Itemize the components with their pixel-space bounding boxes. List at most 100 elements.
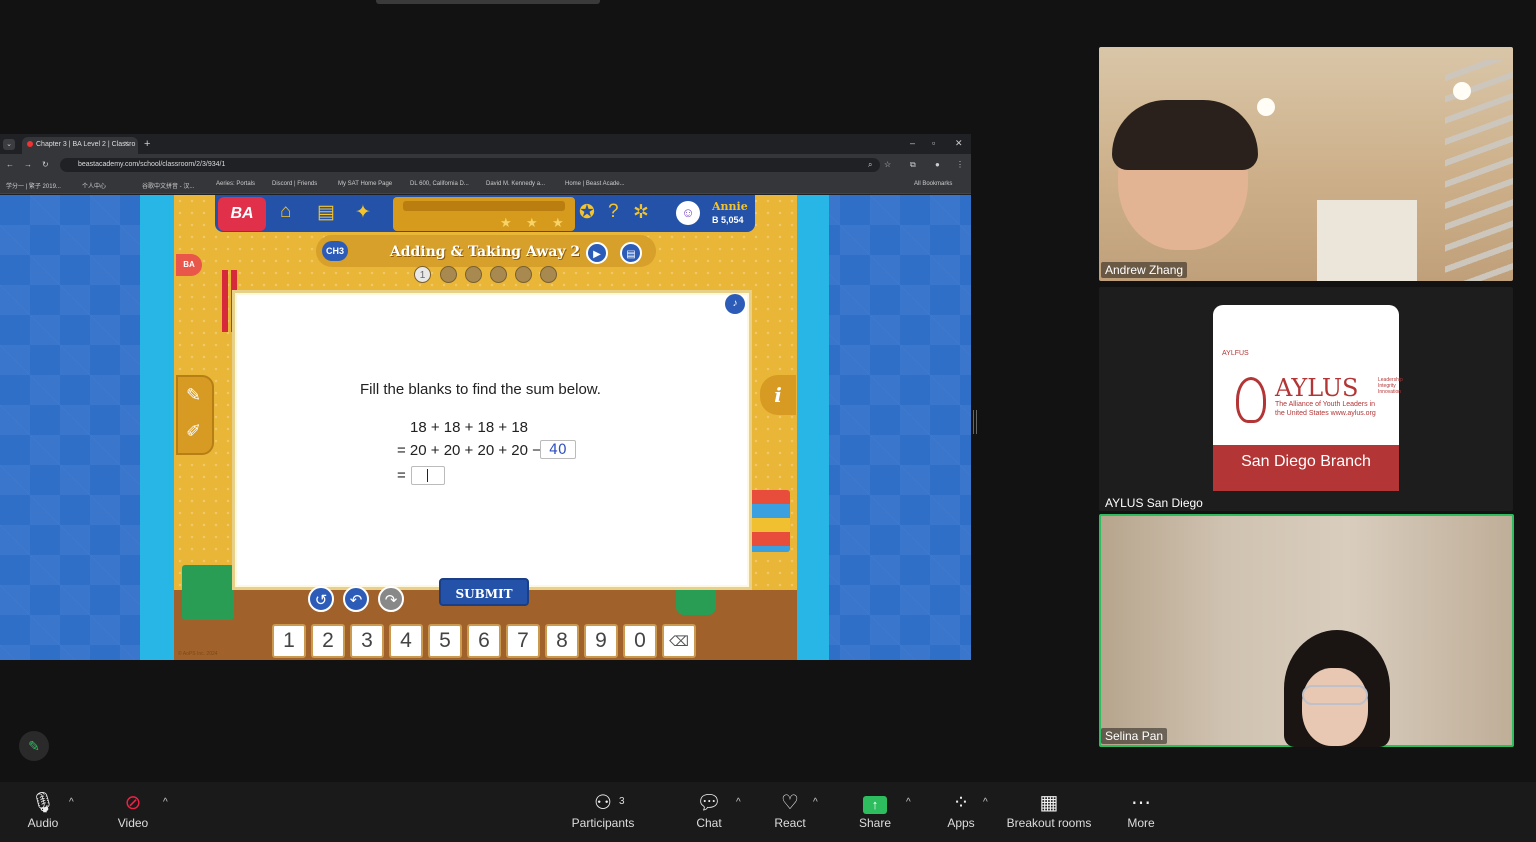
participants-button[interactable]: ⚇ Participants: [568, 790, 638, 830]
text-caret: [427, 469, 428, 482]
key-1[interactable]: 1: [272, 624, 306, 658]
problem-card: [232, 290, 752, 590]
split-view-divider[interactable]: [973, 410, 977, 434]
key-8[interactable]: 8: [545, 624, 579, 658]
bookmark-item[interactable]: 谷歌中文拼音 - 汉...: [142, 181, 194, 190]
participant-name: AYLUS San Diego: [1105, 496, 1203, 510]
bookmark-item[interactable]: David M. Kennedy a...: [486, 181, 545, 187]
key-9[interactable]: 9: [584, 624, 618, 658]
apps-button[interactable]: ⁘ Apps: [942, 790, 980, 830]
key-0[interactable]: 0: [623, 624, 657, 658]
bookmark-item[interactable]: Home | Beast Acade...: [565, 181, 625, 187]
backspace-icon[interactable]: ⌫: [662, 624, 696, 658]
more-label: More: [1127, 816, 1155, 830]
drawing-tools: ✎ ✐: [176, 375, 214, 455]
aylus-wordmark: AYLUS: [1275, 374, 1359, 402]
redo-icon[interactable]: ↷: [378, 586, 404, 612]
tab-search-icon[interactable]: ⌄: [3, 139, 15, 150]
share-options-chevron-icon[interactable]: ^: [906, 797, 911, 808]
back-icon[interactable]: ←: [6, 160, 14, 169]
key-2[interactable]: 2: [311, 624, 345, 658]
equation-line-1: 18 + 18 + 18 + 18: [410, 419, 529, 436]
microphone-icon: 🎙︎: [30, 792, 56, 814]
left-strip: [140, 195, 174, 660]
browser-menu-icon[interactable]: ⋮: [956, 160, 964, 169]
apps-options-chevron-icon[interactable]: ^: [983, 797, 988, 808]
settings-gear-icon[interactable]: ✲: [633, 201, 649, 224]
star-icon: ★: [500, 215, 512, 230]
aylus-small-label: AYLFUS: [1222, 350, 1249, 357]
reset-icon[interactable]: ↺: [308, 586, 334, 612]
more-button[interactable]: ⋯ More: [1122, 790, 1160, 830]
participants-icon: ⚇: [594, 792, 612, 814]
key-3[interactable]: 3: [350, 624, 384, 658]
bookmark-item[interactable]: Aeries: Portals: [216, 181, 255, 187]
equation-line-2: = 20 + 20 + 20 + 20 −: [397, 442, 541, 459]
award-icon[interactable]: ✪: [579, 201, 595, 224]
breakout-rooms-icon: ▦: [1039, 792, 1059, 814]
step-indicator[interactable]: 1: [414, 266, 431, 283]
guide-book-icon[interactable]: ▤: [620, 242, 642, 264]
close-window-icon[interactable]: ✕: [955, 138, 963, 149]
book-icon[interactable]: ▤: [317, 201, 335, 224]
sound-icon[interactable]: ♪: [725, 294, 745, 314]
participant-name: Andrew Zhang: [1101, 262, 1188, 278]
submit-button[interactable]: SUBMIT: [439, 578, 529, 606]
bookmark-item[interactable]: My SAT Home Page: [338, 181, 392, 187]
extensions-icon[interactable]: ⧉: [910, 160, 916, 170]
user-name: Annie: [712, 200, 748, 213]
key-6[interactable]: 6: [467, 624, 501, 658]
profile-icon[interactable]: ●: [935, 160, 940, 169]
key-5[interactable]: 5: [428, 624, 462, 658]
audio-options-chevron-icon[interactable]: ^: [69, 797, 74, 808]
audio-button[interactable]: 🎙︎ Audio: [20, 790, 66, 830]
react-button[interactable]: ♡ React: [770, 790, 810, 830]
key-4[interactable]: 4: [389, 624, 423, 658]
participant-count: 3: [619, 796, 625, 807]
annotate-pen-icon[interactable]: ✎: [19, 731, 49, 761]
top-drag-handle[interactable]: [376, 0, 600, 4]
bookmark-item[interactable]: 学分一 | 繁子 2019...: [6, 181, 61, 190]
forward-icon[interactable]: →: [24, 160, 32, 169]
react-options-chevron-icon[interactable]: ^: [813, 797, 818, 808]
video-button[interactable]: ⊘ Video: [110, 790, 156, 830]
url-field[interactable]: beastacademy.com/school/classroom/2/3/93…: [60, 158, 880, 172]
eraser-icon[interactable]: ✐: [186, 421, 201, 442]
share-button[interactable]: ↑ Share: [856, 790, 894, 830]
zoom-meeting-window: ⌄ Chapter 3 | BA Level 2 | Classro × + –…: [0, 0, 1536, 842]
side-ba-badge[interactable]: BA: [176, 254, 202, 276]
video-icon[interactable]: ✦: [355, 201, 371, 224]
restore-icon[interactable]: ▫: [932, 138, 935, 148]
reload-icon[interactable]: ↻: [42, 160, 49, 169]
new-tab-icon[interactable]: +: [144, 138, 150, 150]
video-options-chevron-icon[interactable]: ^: [163, 797, 168, 808]
breakout-rooms-button[interactable]: ▦ Breakout rooms: [1004, 790, 1094, 830]
chat-button[interactable]: 💬︎ Chat: [690, 790, 728, 830]
play-icon[interactable]: ▶: [586, 242, 608, 264]
pencil-icon[interactable]: ✎: [186, 385, 201, 406]
share-label: Share: [858, 816, 892, 830]
answer-input-filled[interactable]: 40: [540, 440, 576, 459]
chapter-badge[interactable]: CH3: [322, 241, 348, 261]
close-tab-icon[interactable]: ×: [124, 139, 129, 148]
minimize-icon[interactable]: –: [910, 138, 915, 148]
ba-logo-button[interactable]: BA: [218, 197, 266, 231]
undo-icon[interactable]: ↶: [343, 586, 369, 612]
bookmark-item[interactable]: Discord | Friends: [272, 181, 317, 187]
bookmark-star-icon[interactable]: ☆: [884, 160, 891, 169]
problem-prompt: Fill the blanks to find the sum below.: [360, 381, 601, 398]
key-7[interactable]: 7: [506, 624, 540, 658]
answer-input-empty[interactable]: [411, 466, 445, 485]
browser-tab[interactable]: Chapter 3 | BA Level 2 | Classro: [22, 137, 138, 154]
avatar-icon[interactable]: ☺: [676, 201, 700, 225]
bookmark-item[interactable]: DL 600, California D...: [410, 181, 469, 187]
bookmark-item[interactable]: 个人中心: [82, 181, 106, 190]
help-icon[interactable]: ?: [608, 201, 619, 223]
info-icon[interactable]: i: [760, 375, 796, 415]
chat-options-chevron-icon[interactable]: ^: [736, 797, 741, 808]
more-dots-icon: ⋯: [1131, 792, 1151, 814]
all-bookmarks[interactable]: All Bookmarks: [914, 181, 952, 187]
zoom-icon[interactable]: ⌕: [868, 160, 872, 170]
step-locked-icon: [490, 266, 507, 283]
home-icon[interactable]: ⌂: [280, 201, 291, 223]
